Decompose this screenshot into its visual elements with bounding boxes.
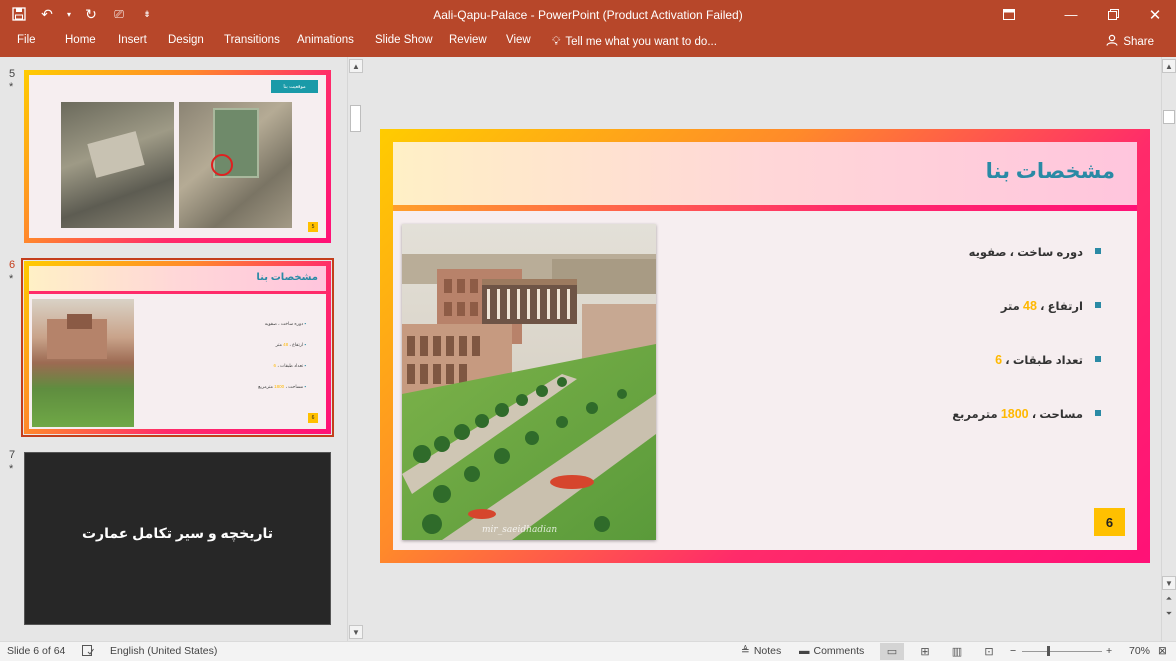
comment-icon: ▬ bbox=[799, 645, 810, 657]
zoom-out-icon[interactable]: − bbox=[1010, 645, 1016, 657]
restore-icon[interactable] bbox=[1092, 0, 1134, 29]
tab-animations[interactable]: Animations bbox=[297, 34, 354, 46]
zoom-in-icon[interactable]: + bbox=[1106, 645, 1112, 657]
bullet-marker-icon bbox=[1095, 356, 1101, 362]
animation-indicator: * bbox=[9, 273, 14, 285]
bullet-area: مساحت ، 1800 مترمربع bbox=[741, 407, 1101, 461]
scrollbar-thumb[interactable] bbox=[1163, 110, 1175, 124]
animation-indicator: * bbox=[9, 81, 14, 93]
slide-thumbnail-7[interactable]: تاریخچه و سیر تکامل عمارت bbox=[24, 452, 331, 625]
thumbnail-page-number: 5 bbox=[308, 222, 318, 232]
slide-scrollbar[interactable]: ▲ ▼ ⏶ ⏷ bbox=[1161, 57, 1176, 641]
status-bar: Slide 6 of 64 English (United States) ≜ … bbox=[0, 641, 1176, 661]
slide-thumbnail-6[interactable]: مشخصات بنا ▪ دوره ساخت ، صفویه ▪ ارتفاع … bbox=[24, 261, 331, 434]
location-circle-marker bbox=[211, 154, 233, 176]
tab-view[interactable]: View bbox=[506, 34, 531, 46]
thumbnail-scrollbar[interactable]: ▲ ▼ bbox=[347, 57, 363, 641]
thumbnail-title: مشخصات بنا bbox=[256, 272, 318, 283]
language-indicator[interactable]: English (United States) bbox=[110, 645, 217, 657]
slide-thumbnail-5[interactable]: موقعیت بنا 5 bbox=[24, 70, 331, 243]
slide-show-view-icon[interactable]: ⊡ bbox=[977, 643, 1001, 660]
bullet-construction-era: دوره ساخت ، صفویه bbox=[741, 245, 1101, 299]
thumbnail-number: 5 bbox=[9, 68, 16, 80]
aerial-photo-closeup bbox=[61, 102, 174, 228]
next-slide-icon[interactable]: ⏷ bbox=[1162, 607, 1176, 621]
notes-button[interactable]: ≜ Notes bbox=[741, 645, 781, 657]
thumbnail-title: تاریخچه و سیر تکامل عمارت bbox=[81, 525, 274, 541]
bullet-marker-icon bbox=[1095, 248, 1101, 254]
animation-indicator: * bbox=[9, 463, 14, 475]
tab-insert[interactable]: Insert bbox=[118, 34, 147, 46]
photo-watermark: mir_saeidhadian bbox=[482, 525, 557, 535]
bullet-marker-icon bbox=[1095, 410, 1101, 416]
reading-view-icon[interactable]: ▥ bbox=[945, 643, 969, 660]
lightbulb-icon: 💡︎ bbox=[552, 34, 561, 48]
slide-thumbnail-pane: 5 * موقعیت بنا 5 6 * مشخصات بنا ▪ دوره س… bbox=[0, 57, 363, 641]
header-divider bbox=[393, 205, 1137, 211]
thumbnail-page-number: 6 bbox=[308, 413, 318, 423]
bullet-marker-icon bbox=[1095, 302, 1101, 308]
thumbnail-number: 7 bbox=[9, 449, 16, 461]
tell-me-search[interactable]: 💡︎ Tell me what you want to do... bbox=[552, 34, 717, 49]
slide-page-number: 6 bbox=[1094, 508, 1125, 536]
close-icon[interactable]: ✕ bbox=[1134, 0, 1176, 29]
slide-sorter-view-icon[interactable]: ⊞ bbox=[913, 643, 937, 660]
slide-header-band: مشخصات بنا bbox=[393, 142, 1137, 205]
person-icon bbox=[1106, 34, 1118, 49]
scroll-down-arrow-icon[interactable]: ▼ bbox=[1162, 576, 1176, 590]
tab-file[interactable]: File bbox=[17, 34, 36, 46]
zoom-slider[interactable] bbox=[1022, 651, 1102, 652]
ribbon-display-options-icon[interactable] bbox=[988, 0, 1030, 29]
previous-slide-icon[interactable]: ⏶ bbox=[1162, 592, 1176, 606]
tab-home[interactable]: Home bbox=[65, 34, 96, 46]
thumbnail-bullets: ▪ دوره ساخت ، صفویه ▪ ارتفاع ، 48 متر ▪ … bbox=[258, 321, 306, 389]
bullet-height: ارتفاع ، 48 متر bbox=[741, 299, 1101, 353]
tab-slide-show[interactable]: Slide Show bbox=[375, 34, 433, 46]
scrollbar-thumb[interactable] bbox=[350, 105, 361, 132]
thumbnail-palace-photo bbox=[32, 299, 134, 427]
comments-button[interactable]: ▬ Comments bbox=[799, 645, 864, 657]
zoom-slider-handle[interactable] bbox=[1047, 646, 1050, 656]
aerial-photo-map bbox=[179, 102, 292, 228]
tell-me-text: Tell me what you want to do... bbox=[565, 35, 717, 48]
zoom-level[interactable]: 70% bbox=[1129, 645, 1150, 657]
palace-photo[interactable]: mir_saeidhadian bbox=[402, 224, 656, 540]
thumbnail-number: 6 bbox=[9, 259, 16, 271]
spelling-check-icon[interactable] bbox=[82, 645, 94, 656]
ribbon-tabs: File Home Insert Design Transitions Anim… bbox=[0, 29, 1176, 57]
normal-view-icon[interactable]: ▭ bbox=[880, 643, 904, 660]
notes-icon: ≜ bbox=[741, 645, 750, 657]
share-label: Share bbox=[1123, 35, 1154, 48]
scroll-down-arrow-icon[interactable]: ▼ bbox=[349, 625, 363, 639]
bullet-floors: تعداد طبقات ، 6 bbox=[741, 353, 1101, 407]
thumbnail-header-button: موقعیت بنا bbox=[271, 80, 318, 93]
share-button[interactable]: Share bbox=[1102, 32, 1158, 51]
slide-title[interactable]: مشخصات بنا bbox=[986, 159, 1115, 184]
slide-content: مشخصات بنا mir_saeidhadian دوره ساخت ، ص… bbox=[393, 142, 1137, 550]
fit-slide-icon[interactable]: ⊠ bbox=[1158, 645, 1167, 657]
minimize-icon[interactable]: — bbox=[1050, 0, 1092, 29]
scroll-up-arrow-icon[interactable]: ▲ bbox=[1162, 59, 1176, 73]
title-bar: ↶ ▾ ↻ ⎚ ⇟ Aali-Qapu-Palace - PowerPoint … bbox=[0, 0, 1176, 29]
slide-counter[interactable]: Slide 6 of 64 bbox=[7, 645, 65, 657]
bullet-list[interactable]: دوره ساخت ، صفویه ارتفاع ، 48 متر تعداد … bbox=[741, 245, 1101, 461]
tab-transitions[interactable]: Transitions bbox=[224, 34, 280, 46]
tab-review[interactable]: Review bbox=[449, 34, 487, 46]
tab-design[interactable]: Design bbox=[168, 34, 204, 46]
main-slide[interactable]: مشخصات بنا mir_saeidhadian دوره ساخت ، ص… bbox=[380, 129, 1150, 563]
scroll-up-arrow-icon[interactable]: ▲ bbox=[349, 59, 363, 73]
